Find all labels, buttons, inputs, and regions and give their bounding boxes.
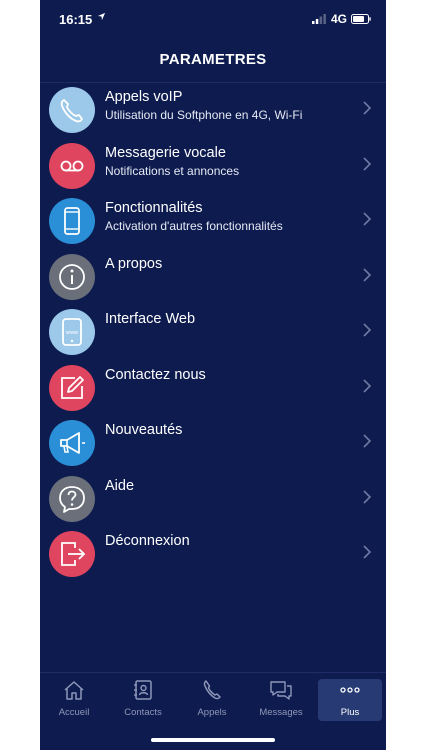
chevron-right-icon	[363, 378, 372, 393]
home-indicator[interactable]	[151, 738, 275, 742]
chevron-right-icon	[363, 156, 372, 171]
menu-item-contactez-nous[interactable]: Contactez nous	[40, 361, 386, 417]
menu-item-interface-web[interactable]: www Interface Web	[40, 305, 386, 361]
home-icon	[64, 681, 84, 700]
tab-label: Appels	[197, 707, 227, 718]
logout-icon	[49, 531, 95, 577]
menu-item-aide[interactable]: Aide	[40, 472, 386, 528]
location-arrow-icon	[97, 12, 106, 21]
chevron-right-icon	[363, 212, 372, 226]
phone-screen: 16:15 4G PARAMETRES Appels voIP Utilisat…	[40, 0, 386, 750]
phone-icon	[203, 680, 221, 700]
chevron-right-icon	[363, 267, 372, 282]
menu-item-fonctionnalites[interactable]: Fonctionnalités Activation d'autres fonc…	[40, 194, 386, 250]
tab-accueil[interactable]: Accueil	[42, 679, 106, 721]
menu-item-subtitle: Utilisation du Softphone en 4G, Wi-Fi	[105, 108, 303, 122]
menu-item-title: Fonctionnalités	[105, 200, 203, 216]
chevron-right-icon	[363, 434, 372, 448]
battery-icon	[351, 14, 371, 24]
menu-item-nouveautes[interactable]: Nouveautés	[40, 416, 386, 472]
more-icon	[340, 687, 360, 693]
menu-item-title: Messagerie vocale	[105, 144, 226, 161]
tab-plus[interactable]: Plus	[318, 679, 382, 721]
menu-item-subtitle: Notifications et annonces	[105, 163, 240, 178]
web-icon: www	[49, 309, 95, 355]
menu-item-title: Appels voIP	[105, 89, 183, 105]
contacts-icon	[134, 680, 152, 700]
svg-text:www: www	[66, 330, 78, 336]
menu-item-subtitle: Activation d'autres fonctionnalités	[105, 219, 283, 233]
signal-icon	[312, 14, 326, 24]
tab-appels[interactable]: Appels	[180, 679, 244, 721]
status-time: 16:15	[59, 12, 93, 27]
tab-label: Contacts	[124, 707, 162, 718]
tab-label: Plus	[340, 707, 360, 718]
menu-item-title: A propos	[105, 255, 163, 272]
messages-icon	[270, 681, 292, 700]
network-type: 4G	[331, 12, 348, 26]
menu-item-appels-voip[interactable]: Appels voIP Utilisation du Softphone en …	[40, 83, 386, 139]
voicemail-icon	[49, 142, 95, 189]
status-bar: 16:15 4G	[40, 0, 386, 40]
phone-icon	[49, 87, 95, 133]
tab-label: Accueil	[58, 707, 90, 718]
settings-list: Appels voIP Utilisation du Softphone en …	[40, 83, 386, 583]
menu-item-title: Nouveautés	[105, 422, 183, 438]
tab-contacts[interactable]: Contacts	[111, 679, 175, 721]
menu-item-messagerie-vocale[interactable]: Messagerie vocale Notifications et annon…	[40, 139, 386, 195]
page-title: PARAMETRES	[40, 40, 386, 83]
menu-item-title: Contactez nous	[105, 366, 206, 383]
chevron-right-icon	[363, 101, 372, 115]
menu-item-a-propos[interactable]: A propos	[40, 250, 386, 306]
chevron-right-icon	[363, 545, 372, 559]
info-icon	[49, 253, 95, 300]
tab-label: Messages	[259, 707, 303, 718]
chevron-right-icon	[363, 323, 372, 337]
tab-messages[interactable]: Messages	[249, 679, 313, 721]
help-icon	[49, 475, 95, 522]
menu-item-title: Interface Web	[105, 311, 196, 327]
menu-item-title: Aide	[105, 477, 135, 494]
edit-icon	[49, 364, 95, 411]
menu-item-title: Déconnexion	[105, 533, 190, 549]
smartphone-icon	[49, 198, 95, 244]
chevron-right-icon	[363, 489, 372, 504]
megaphone-icon	[49, 420, 95, 466]
menu-item-deconnexion[interactable]: Déconnexion	[40, 527, 386, 583]
